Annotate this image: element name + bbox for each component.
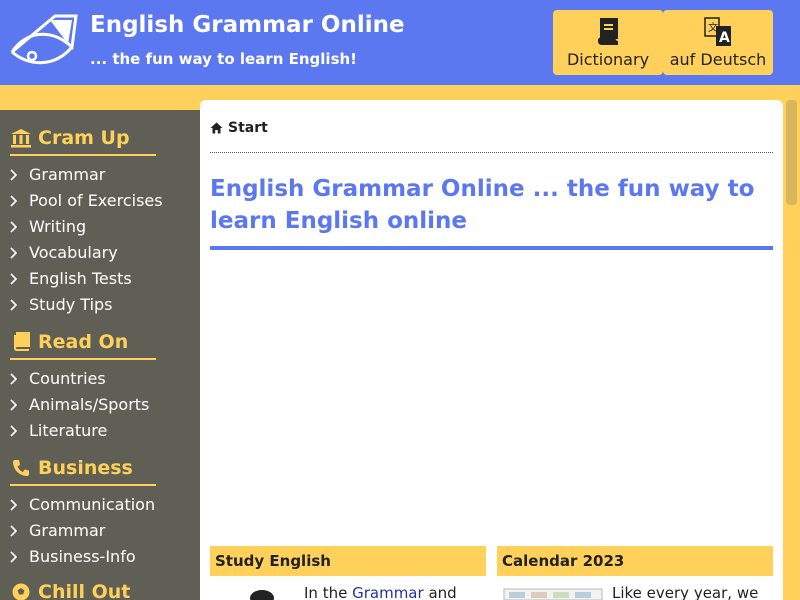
nav-label: Pool of Exercises <box>29 191 163 210</box>
nav-item-writing[interactable]: Writing <box>10 217 86 236</box>
chevron-right-icon <box>10 220 29 233</box>
section-title: Cram Up <box>38 127 130 149</box>
title-divider <box>210 246 773 250</box>
card-text-suffix: and <box>423 584 457 600</box>
grammar-link[interactable]: Grammar <box>352 584 424 600</box>
chevron-right-icon <box>10 372 29 385</box>
site-title[interactable]: English Grammar Online <box>90 12 405 38</box>
breadcrumb[interactable]: Start <box>210 120 268 136</box>
nav-label: Literature <box>29 421 108 440</box>
chevron-right-icon <box>10 246 29 259</box>
chevron-right-icon <box>10 398 29 411</box>
nav-label: Grammar <box>29 521 106 540</box>
section-cram-up[interactable]: Cram Up <box>10 122 156 156</box>
translate-icon: 文 A <box>704 17 731 46</box>
nav-item-vocabulary[interactable]: Vocabulary <box>10 243 118 262</box>
chevron-right-icon <box>10 194 29 207</box>
card-study-english-header[interactable]: Study English <box>210 546 486 576</box>
dotted-divider <box>210 152 773 153</box>
nav-item-business-info[interactable]: Business-Info <box>10 547 136 566</box>
card-study-english-text: In the Grammar and <box>304 584 457 600</box>
chevron-right-icon <box>10 168 29 181</box>
nav-item-business-grammar[interactable]: Grammar <box>10 521 105 540</box>
nav-label: Countries <box>29 369 106 388</box>
section-title: Read On <box>38 331 129 353</box>
sidebar: Cram Up Grammar Pool of Exercises Writin… <box>0 110 200 600</box>
nav-item-english-tests[interactable]: English Tests <box>10 269 132 288</box>
nav-item-animals-sports[interactable]: Animals/Sports <box>10 395 149 414</box>
section-title: Chill Out <box>38 581 131 600</box>
site-tagline: ... the fun way to learn English! <box>90 50 358 68</box>
nav-item-pool-of-exercises[interactable]: Pool of Exercises <box>10 191 163 210</box>
section-title: Business <box>38 457 133 479</box>
nav-label: Grammar <box>29 165 106 184</box>
chevron-right-icon <box>10 424 29 437</box>
nav-item-communication[interactable]: Communication <box>10 495 155 514</box>
german-label: auf Deutsch <box>669 50 767 69</box>
section-business[interactable]: Business <box>10 452 156 486</box>
german-language-button[interactable]: 文 A auf Deutsch <box>663 10 773 75</box>
nav-item-countries[interactable]: Countries <box>10 369 106 388</box>
chevron-right-icon <box>10 550 29 563</box>
card-text-prefix: In the <box>304 584 353 600</box>
nav-item-study-tips[interactable]: Study Tips <box>10 295 113 314</box>
nav-label: Study Tips <box>29 295 113 314</box>
nav-label: Animals/Sports <box>29 395 150 414</box>
page-title: English Grammar Online ... the fun way t… <box>210 176 755 234</box>
student-image <box>250 590 274 600</box>
chevron-right-icon <box>10 272 29 285</box>
home-icon <box>210 122 223 134</box>
book-icon <box>10 332 32 352</box>
chevron-right-icon <box>10 498 29 511</box>
scrollbar-thumb[interactable] <box>786 100 797 205</box>
breadcrumb-label: Start <box>228 120 268 136</box>
card-calendar-header[interactable]: Calendar 2023 <box>497 546 773 576</box>
nav-label: Communication <box>29 495 156 514</box>
dictionary-button[interactable]: Dictionary <box>553 10 663 75</box>
main-content: Start English Grammar Online ... the fun… <box>200 100 783 600</box>
chevron-right-icon <box>10 298 29 311</box>
book-icon <box>597 18 618 45</box>
dictionary-label: Dictionary <box>566 50 650 69</box>
nav-label: Vocabulary <box>29 243 118 262</box>
nav-item-literature[interactable]: Literature <box>10 421 107 440</box>
logo-icon[interactable] <box>10 12 80 72</box>
nav-label: Writing <box>29 217 87 236</box>
phone-icon <box>10 458 32 478</box>
section-chill-out[interactable]: Chill Out <box>10 576 156 600</box>
nav-label: Business-Info <box>29 547 136 566</box>
svg-text:A: A <box>719 30 730 46</box>
section-read-on[interactable]: Read On <box>10 326 156 360</box>
chevron-right-icon <box>10 524 29 537</box>
bank-icon <box>10 128 32 148</box>
soccer-ball-icon <box>10 582 32 600</box>
nav-label: English Tests <box>29 269 132 288</box>
calendar-image[interactable] <box>503 588 603 600</box>
site-header: English Grammar Online ... the fun way t… <box>0 0 800 85</box>
card-calendar-text: Like every year, we <box>612 584 759 600</box>
nav-item-grammar[interactable]: Grammar <box>10 165 105 184</box>
